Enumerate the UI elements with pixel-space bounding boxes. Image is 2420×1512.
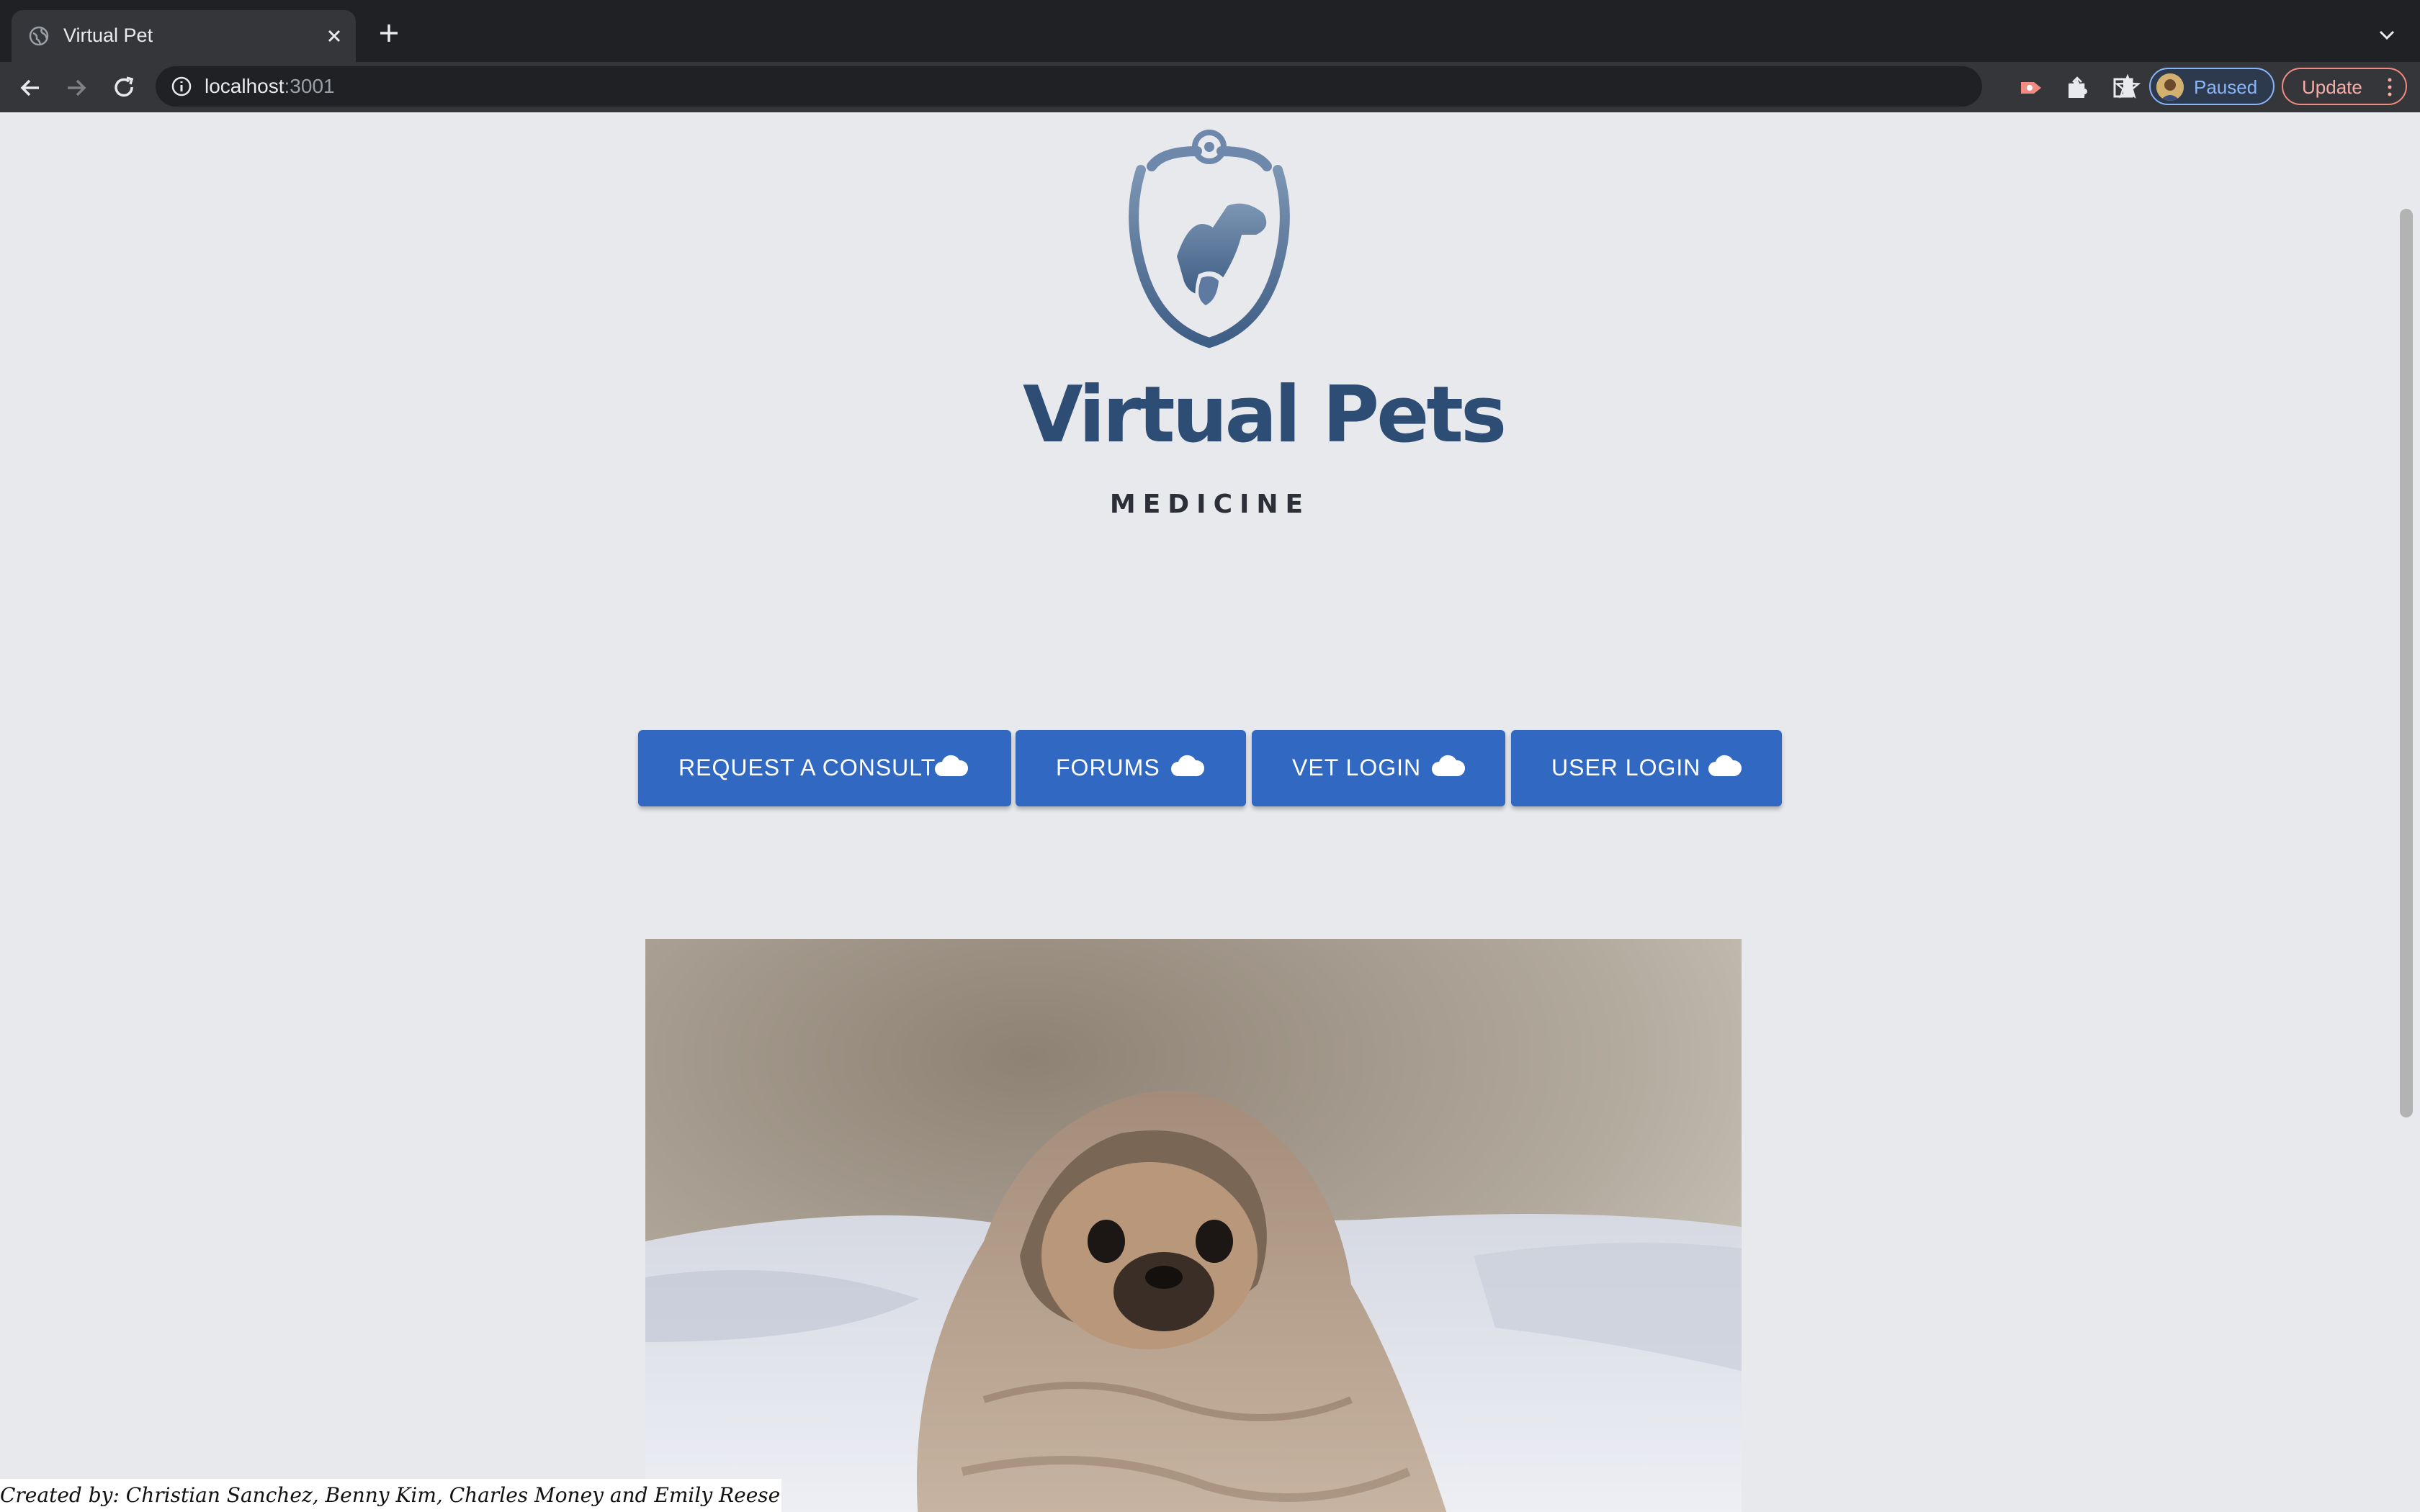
- extension-recorder-icon[interactable]: [2017, 73, 2045, 102]
- new-tab-icon[interactable]: [375, 19, 403, 48]
- update-label: Update: [2302, 76, 2362, 98]
- more-vert-icon[interactable]: [2383, 76, 2397, 98]
- update-button[interactable]: Update: [2282, 68, 2407, 105]
- address-bar[interactable]: localhost:3001: [156, 66, 2141, 107]
- vet-login-button[interactable]: VET LOGIN: [1252, 730, 1505, 806]
- pug-in-blanket-photo: [645, 939, 1742, 1512]
- avatar: [2156, 73, 2184, 101]
- back-arrow-icon[interactable]: [16, 73, 45, 102]
- forums-button[interactable]: FORUMS: [1016, 730, 1246, 806]
- forward-arrow-icon[interactable]: [62, 73, 91, 102]
- page-viewport: Virtual Pets MEDICINE REQUEST A CONSULT …: [0, 112, 2420, 1512]
- globe-icon: [29, 26, 49, 46]
- cloud-icon: [935, 755, 969, 776]
- user-login-button[interactable]: USER LOGIN: [1511, 730, 1782, 806]
- nav-button-label: REQUEST A CONSULT: [678, 755, 936, 780]
- reload-icon[interactable]: [109, 73, 138, 102]
- url-port: :3001: [284, 75, 335, 97]
- stethoscope-pet-logo-icon: [1129, 130, 1290, 348]
- scrollbar[interactable]: [2394, 112, 2420, 1512]
- request-consult-button[interactable]: REQUEST A CONSULT: [638, 730, 1011, 806]
- extensions-puzzle-icon[interactable]: [2063, 73, 2092, 102]
- tab-strip: Virtual Pet: [0, 0, 2420, 62]
- url-text[interactable]: localhost:3001: [205, 75, 335, 98]
- profile-avatar-icon: [2156, 73, 2184, 101]
- site-logo[interactable]: Virtual Pets MEDICINE: [1023, 127, 1507, 631]
- profile-paused-button[interactable]: Paused: [2149, 68, 2275, 105]
- side-panel-icon[interactable]: [2109, 73, 2138, 102]
- profile-status: Paused: [2194, 76, 2258, 98]
- scrollbar-thumb[interactable]: [2400, 209, 2413, 1117]
- tab-title: Virtual Pet: [63, 24, 153, 46]
- nav-button-label: USER LOGIN: [1551, 755, 1701, 780]
- nav-button-label: FORUMS: [1056, 755, 1160, 780]
- footer-credit: Created by: Christian Sanchez, Benny Kim…: [0, 1479, 782, 1512]
- close-icon[interactable]: [321, 23, 347, 49]
- logo-title: Virtual Pets: [1023, 370, 1507, 460]
- chevron-down-icon[interactable]: [2374, 22, 2400, 48]
- logo-subtitle: MEDICINE: [1109, 490, 1311, 519]
- cloud-icon: [1432, 755, 1466, 776]
- hero-image: [645, 939, 1742, 1512]
- browser-toolbar: localhost:3001 Paused Update: [0, 62, 2420, 112]
- url-host: localhost: [205, 75, 284, 97]
- nav-button-label: VET LOGIN: [1292, 755, 1422, 780]
- cloud-icon: [1708, 755, 1742, 776]
- browser-tab[interactable]: Virtual Pet: [12, 10, 356, 62]
- cloud-icon: [1171, 755, 1205, 776]
- info-icon[interactable]: [170, 75, 193, 98]
